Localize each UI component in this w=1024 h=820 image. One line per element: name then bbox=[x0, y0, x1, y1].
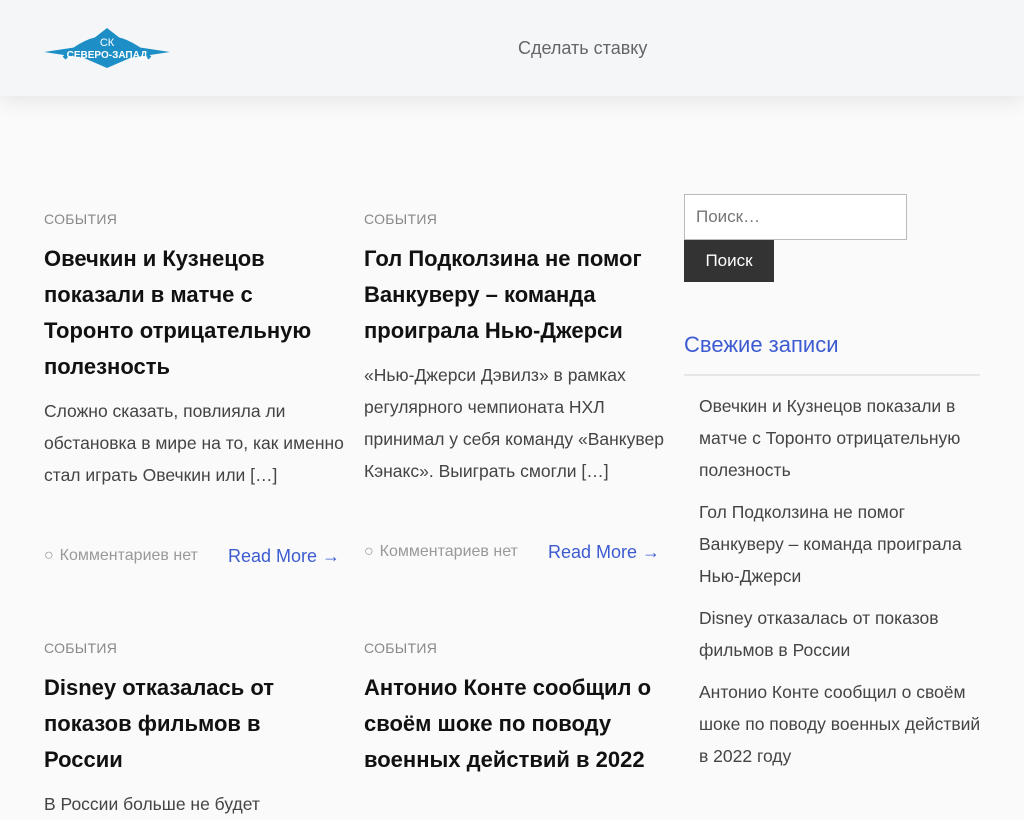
read-more-link[interactable]: Read More → bbox=[548, 542, 660, 563]
comment-icon: ○ bbox=[364, 543, 374, 560]
post-title[interactable]: Антонио Конте сообщил о своём шоке по по… bbox=[364, 670, 664, 778]
post-title[interactable]: Disney отказалась от показов фильмов в Р… bbox=[44, 670, 344, 778]
post-category[interactable]: СОБЫТИЯ bbox=[364, 211, 664, 227]
post-title[interactable]: Гол Подколзина не помог Ванкуверу – кома… bbox=[364, 241, 664, 349]
post-card: СОБЫТИЯ Антонио Конте сообщил о своём шо… bbox=[364, 640, 664, 778]
search-button[interactable]: Поиск bbox=[684, 240, 774, 282]
post-category[interactable]: СОБЫТИЯ bbox=[364, 640, 664, 656]
post-card: СОБЫТИЯ Гол Подколзина не помог Ванкувер… bbox=[364, 211, 664, 487]
comment-icon: ○ bbox=[44, 547, 54, 564]
site-header: СК СЕВЕРО-ЗАПАД Сделать ставку bbox=[0, 0, 1024, 96]
post-excerpt: В России больше не будет bbox=[44, 794, 260, 814]
recent-posts-list: Овечкин и Кузнецов показали в матче с То… bbox=[699, 390, 984, 782]
post-comments[interactable]: ○ Комментариев нет bbox=[364, 543, 518, 561]
post-comments[interactable]: ○ Комментариев нет bbox=[44, 547, 198, 565]
post-card: СОБЫТИЯ Овечкин и Кузнецов показали в ма… bbox=[44, 211, 344, 491]
read-more-link[interactable]: Read More → bbox=[228, 546, 340, 567]
comments-label: Комментариев нет bbox=[59, 547, 198, 564]
post-excerpt: «Нью-Джерси Дэвилз» в рамках регулярного… bbox=[364, 365, 664, 481]
comments-label: Комментариев нет bbox=[379, 543, 518, 560]
search-input[interactable] bbox=[684, 194, 907, 240]
post-category[interactable]: СОБЫТИЯ bbox=[44, 640, 344, 656]
recent-post-link[interactable]: Disney отказалась от показов фильмов в Р… bbox=[699, 602, 984, 666]
logo-text-name: СЕВЕРО-ЗАПАД bbox=[67, 50, 148, 61]
post-category[interactable]: СОБЫТИЯ bbox=[44, 211, 344, 227]
recent-post-link[interactable]: Овечкин и Кузнецов показали в матче с То… bbox=[699, 390, 984, 486]
post-title[interactable]: Овечкин и Кузнецов показали в матче с То… bbox=[44, 241, 344, 385]
logo-text-sk: СК bbox=[100, 37, 115, 49]
site-logo[interactable]: СК СЕВЕРО-ЗАПАД bbox=[44, 28, 170, 68]
recent-posts-title: Свежие записи bbox=[684, 332, 839, 357]
nav-make-bet[interactable]: Сделать ставку bbox=[518, 38, 647, 59]
divider bbox=[684, 374, 980, 376]
recent-post-link[interactable]: Гол Подколзина не помог Ванкуверу – кома… bbox=[699, 496, 984, 592]
post-excerpt: Сложно сказать, повлияла ли обстановка в… bbox=[44, 401, 344, 485]
recent-post-link[interactable]: Антонио Конте сообщил о своём шоке по по… bbox=[699, 676, 984, 772]
post-card: СОБЫТИЯ Disney отказалась от показов фил… bbox=[44, 640, 344, 820]
